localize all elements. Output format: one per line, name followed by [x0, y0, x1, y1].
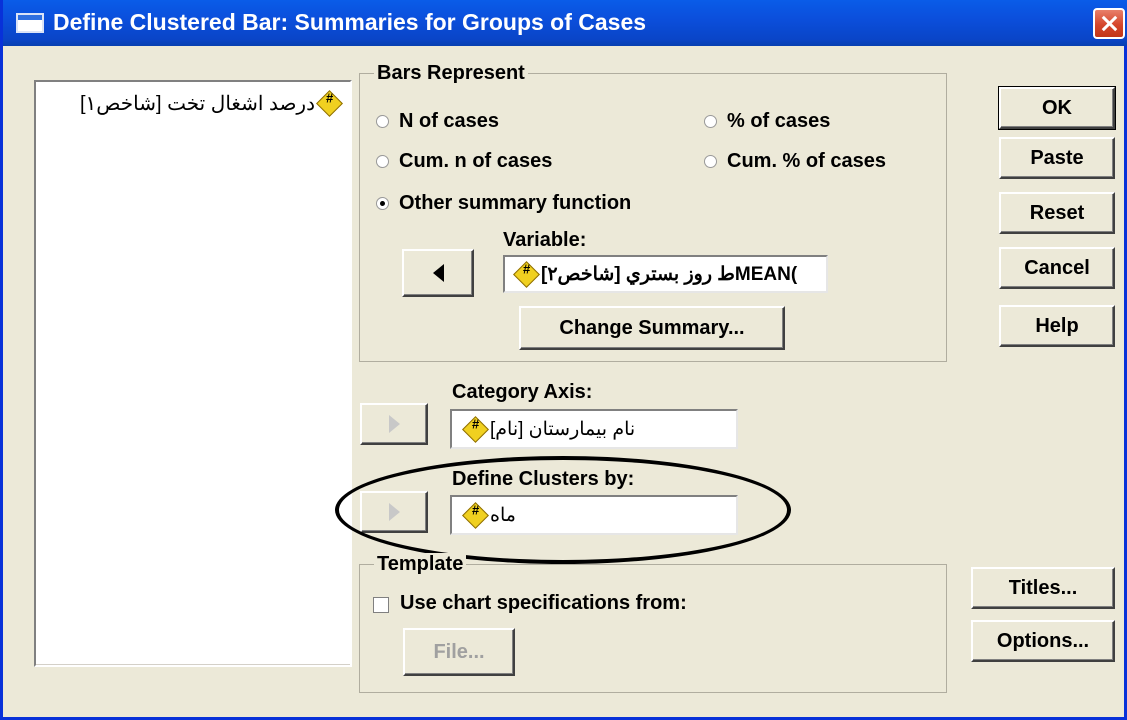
paste-button[interactable]: Paste: [999, 137, 1115, 179]
window-title: Define Clustered Bar: Summaries for Grou…: [53, 9, 647, 35]
bars-represent-title: Bars Represent: [374, 62, 528, 85]
radio-label: Cum. n of cases: [399, 150, 553, 172]
radio-n-of-cases[interactable]: N of cases: [376, 110, 499, 133]
radio-percent-of-cases[interactable]: % of cases: [704, 110, 830, 133]
list-item-label: درصد اشغال تخت [شاخص۱]: [79, 93, 315, 115]
arrow-right-icon: [388, 503, 400, 521]
radio-icon[interactable]: [376, 115, 389, 128]
help-button[interactable]: Help: [999, 305, 1115, 347]
category-axis-field[interactable]: نام بيمارستان [نام]: [450, 409, 738, 449]
template-title: Template: [374, 553, 467, 576]
use-chart-specs-checkbox[interactable]: [373, 597, 389, 613]
cancel-button[interactable]: Cancel: [999, 247, 1115, 289]
ok-button[interactable]: OK: [998, 86, 1116, 130]
change-summary-button[interactable]: Change Summary...: [519, 306, 785, 350]
radio-icon[interactable]: [376, 197, 389, 210]
radio-cum-n-of-cases[interactable]: Cum. n of cases: [376, 150, 552, 173]
radio-icon[interactable]: [376, 155, 389, 168]
title-bar[interactable]: Define Clustered Bar: Summaries for Grou…: [3, 0, 1127, 46]
scale-variable-icon: [316, 90, 343, 117]
use-chart-specs-label: Use chart specifications from:: [400, 592, 687, 614]
source-variable-list[interactable]: درصد اشغال تخت [شاخص۱]: [34, 80, 352, 667]
window-icon: [16, 13, 44, 33]
radio-icon[interactable]: [704, 115, 717, 128]
move-to-category-axis-button[interactable]: [360, 403, 428, 445]
radio-cum-percent-of-cases[interactable]: Cum. % of cases: [704, 150, 886, 173]
arrow-right-icon: [388, 415, 400, 433]
define-clusters-value: ماه: [490, 504, 516, 526]
radio-label: Cum. % of cases: [727, 150, 886, 172]
radio-label: N of cases: [399, 110, 500, 132]
nominal-variable-icon: [462, 415, 489, 443]
category-axis-value: نام بيمارستان [نام]: [490, 418, 636, 440]
radio-label: % of cases: [727, 110, 831, 132]
variable-field-value: ط روز بستري [شاخص۲]MEAN(: [541, 263, 798, 285]
move-to-define-clusters-button[interactable]: [360, 491, 428, 533]
radio-other-summary-function[interactable]: Other summary function: [376, 192, 631, 215]
titles-button[interactable]: Titles...: [971, 567, 1115, 609]
list-item[interactable]: درصد اشغال تخت [شاخص۱]: [79, 90, 344, 117]
close-icon[interactable]: [1093, 8, 1125, 39]
define-clusters-label: Define Clusters by:: [452, 468, 635, 490]
options-button[interactable]: Options...: [971, 620, 1115, 662]
radio-icon[interactable]: [704, 155, 717, 168]
file-button[interactable]: File...: [403, 628, 515, 676]
variable-label: Variable:: [503, 229, 587, 251]
move-to-variable-button[interactable]: [402, 249, 474, 297]
variable-field[interactable]: ط روز بستري [شاخص۲]MEAN(: [503, 255, 828, 293]
define-clusters-field[interactable]: ماه: [450, 495, 738, 535]
reset-button[interactable]: Reset: [999, 192, 1115, 234]
category-axis-label: Category Axis:: [452, 381, 593, 403]
dialog-window: Define Clustered Bar: Summaries for Grou…: [0, 0, 1127, 720]
arrow-left-icon: [432, 264, 444, 282]
scale-variable-icon: [513, 260, 540, 288]
radio-label: Other summary function: [399, 192, 632, 214]
scale-variable-icon: [462, 501, 489, 529]
